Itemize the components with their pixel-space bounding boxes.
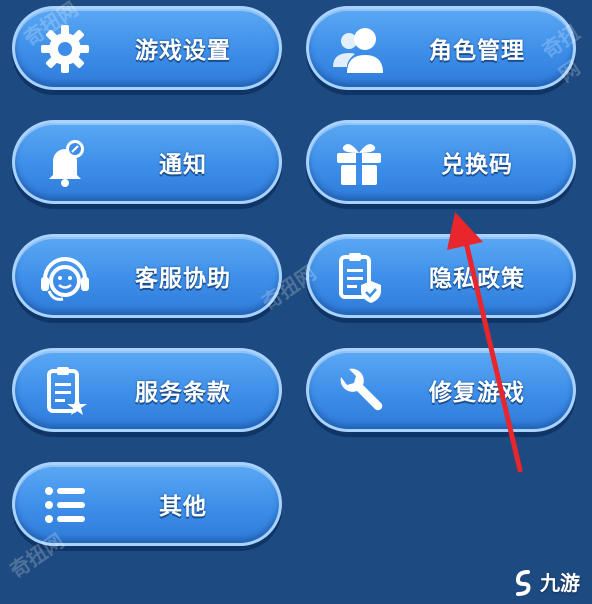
character-management-label: 角色管理 — [429, 38, 525, 64]
repair-game-label: 修复游戏 — [429, 380, 525, 406]
customer-service-button[interactable]: 客服协助 — [12, 234, 282, 318]
other-label: 其他 — [159, 494, 207, 520]
game-settings-button[interactable]: 游戏设置 — [12, 6, 282, 90]
terms-of-service-label: 服务条款 — [135, 380, 231, 406]
bell-icon — [35, 133, 95, 193]
privacy-policy-button[interactable]: 隐私政策 — [306, 234, 576, 318]
notification-button[interactable]: 通知 — [12, 120, 282, 204]
clipboard-shield-icon — [329, 247, 389, 307]
customer-service-label: 客服协助 — [135, 266, 231, 292]
wrench-icon — [329, 361, 389, 421]
gear-icon — [35, 19, 95, 79]
list-icon — [35, 475, 95, 535]
redeem-code-label: 兑换码 — [441, 152, 513, 178]
brand-text: 九游 — [540, 571, 580, 595]
brand-logo: 九游 — [510, 567, 580, 596]
support-headset-icon — [35, 247, 95, 307]
other-button[interactable]: 其他 — [12, 462, 282, 546]
gift-icon — [329, 133, 389, 193]
terms-of-service-button[interactable]: 服务条款 — [12, 348, 282, 432]
privacy-policy-label: 隐私政策 — [429, 266, 525, 292]
game-settings-label: 游戏设置 — [135, 38, 231, 64]
notification-label: 通知 — [159, 152, 207, 178]
clipboard-star-icon — [35, 361, 95, 421]
brand-swirl-icon — [515, 569, 531, 596]
redeem-code-button[interactable]: 兑换码 — [306, 120, 576, 204]
character-management-button[interactable]: 角色管理 — [306, 6, 576, 90]
repair-game-button[interactable]: 修复游戏 — [306, 348, 576, 432]
users-icon — [329, 19, 389, 79]
